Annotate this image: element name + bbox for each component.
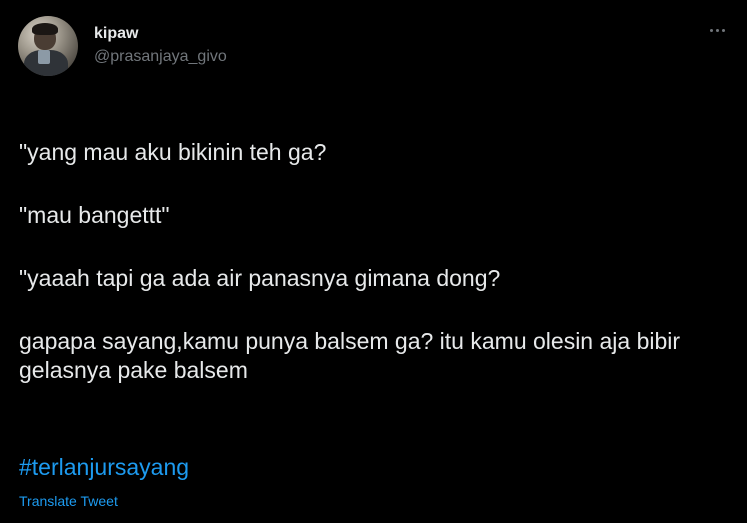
avatar[interactable] [18, 16, 78, 76]
tweet-paragraph: "yaaah tapi ga ada air panasnya gimana d… [19, 265, 501, 291]
more-horizontal-icon [709, 28, 713, 32]
more-horizontal-icon-dot [715, 28, 719, 32]
tweet-paragraph: "mau bangettt" [19, 202, 170, 228]
avatar-figure-hair [32, 23, 58, 35]
author-display-name[interactable]: kipaw [94, 24, 227, 44]
tweet-paragraph: "yang mau aku bikinin teh ga? [19, 139, 327, 165]
tweet-text: "yang mau aku bikinin teh ga? "mau bange… [19, 138, 734, 419]
translate-tweet-link[interactable]: Translate Tweet [19, 492, 118, 510]
author-names: kipaw @prasanjaya_givo [94, 24, 227, 68]
tweet-card: kipaw @prasanjaya_givo "yang mau aku bik… [0, 0, 747, 523]
tweet-paragraph: gapapa sayang,kamu punya balsem ga? itu … [19, 328, 687, 383]
more-horizontal-icon-dot [721, 28, 725, 32]
avatar-figure-collar [38, 50, 50, 64]
hashtag-link[interactable]: #terlanjursayang [19, 453, 189, 482]
tweet-header: kipaw @prasanjaya_givo [18, 16, 227, 76]
author-handle[interactable]: @prasanjaya_givo [94, 46, 227, 68]
more-options-button[interactable] [705, 20, 729, 40]
